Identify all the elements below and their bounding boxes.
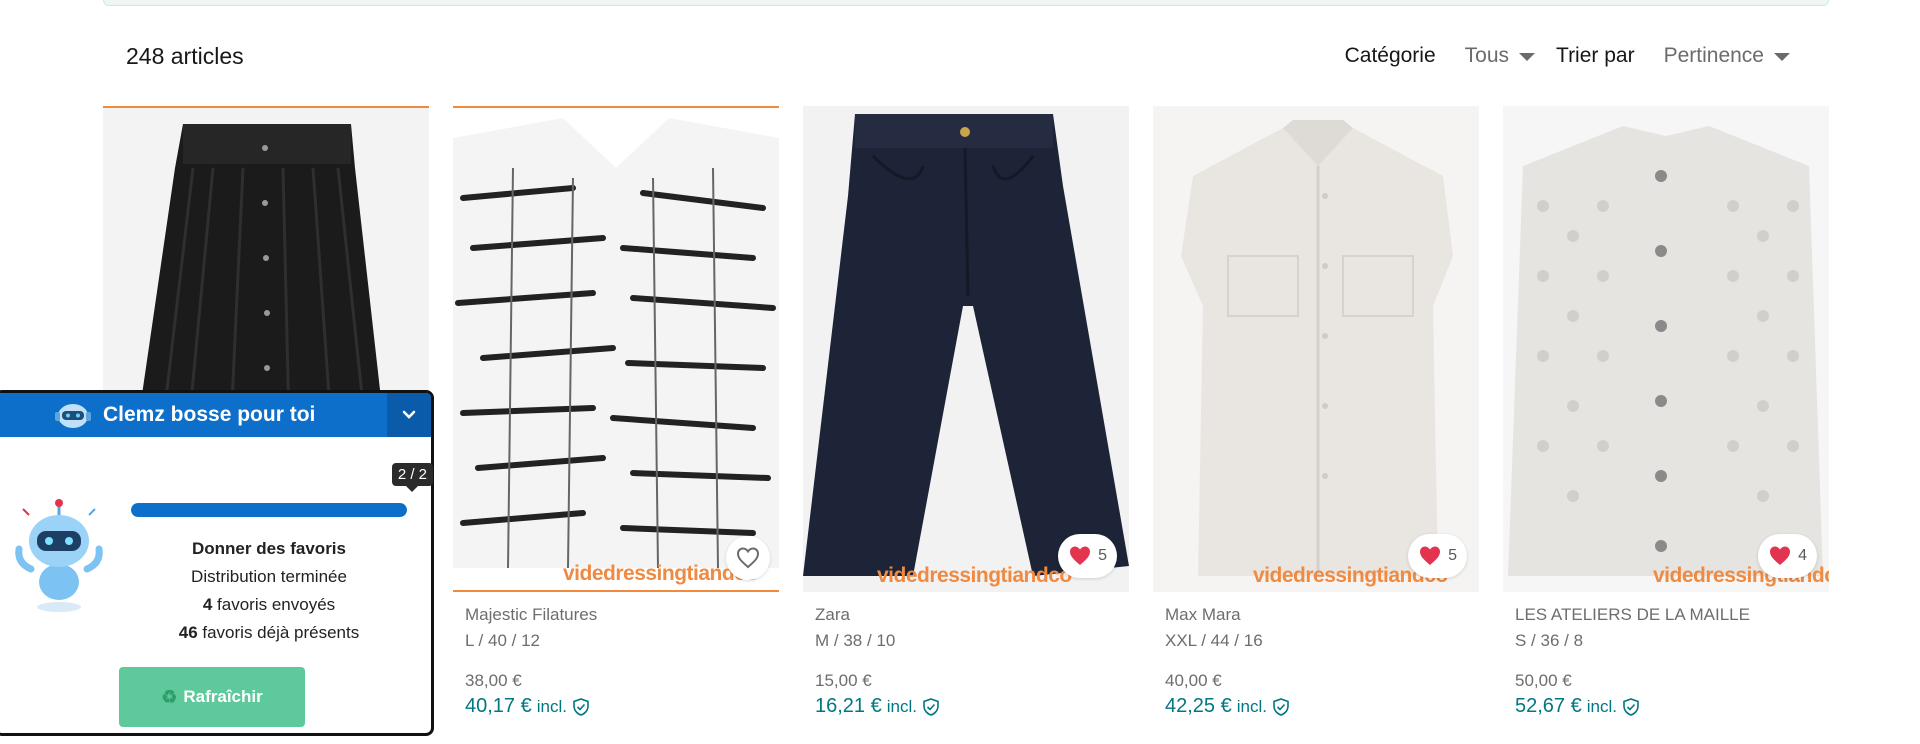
widget-header[interactable]: Clemz bosse pour toi [0,393,431,437]
product-brand: Zara [815,605,850,624]
caret-down-icon [1774,53,1790,61]
shield-check-icon [1623,697,1639,716]
product-size: M / 38 / 10 [815,631,896,650]
product-price-incl[interactable]: 16,21 € incl. [815,695,1129,718]
product-price: 50,00 € [1515,671,1572,690]
watermark: videdressingtiandco [877,564,1072,587]
product-brand: LES ATELIERS DE LA MAILLE [1515,605,1750,624]
sent-count: 4 [202,595,213,614]
product-price: 40,00 € [1165,671,1222,690]
product-price: 15,00 € [815,671,872,690]
price-incl-value: 52,67 € [1515,695,1582,717]
existing-count: 46 [178,623,198,642]
heart-filled-icon [1070,546,1091,565]
product-card[interactable]: videdressingtiandco 4 LES ATELIERS DE LA… [1503,106,1829,718]
shield-check-icon [1273,697,1289,716]
product-card[interactable]: videdressingtiandco Majestic Filatures L… [453,106,779,718]
task-title: Donner des favoris [192,539,346,558]
favorite-count: 5 [1448,547,1457,564]
sort-select[interactable]: Pertinence [1664,44,1790,68]
price-incl-value: 16,21 € [815,695,882,717]
favorite-count: 4 [1798,547,1807,564]
results-bar: 248 articles Catégorie Tous Trier par Pe… [126,38,1790,74]
favorite-button[interactable]: 5 [1408,534,1467,578]
heart-outline-icon [736,547,760,569]
incl-label: incl. [1236,696,1267,716]
product-price-incl[interactable]: 42,25 € incl. [1165,695,1479,718]
product-image[interactable]: videdressingtiandco 5 [1153,106,1479,592]
top-banner [103,0,1829,6]
product-size: L / 40 / 12 [465,631,540,650]
refresh-button[interactable]: ♻ Rafraîchir [119,667,305,727]
recycle-icon: ♻ [161,686,178,707]
price-incl-value: 42,25 € [1165,695,1232,717]
widget-title: Clemz bosse pour toi [103,403,316,426]
favorite-button[interactable]: 5 [1058,534,1117,578]
results-count: 248 articles [126,42,244,69]
product-price-incl[interactable]: 52,67 € incl. [1515,695,1829,718]
step-indicator: 2 / 2 [391,463,433,492]
caret-down-icon [1519,53,1536,61]
product-image[interactable]: videdressingtiandco 4 [1503,106,1829,592]
sort-label: Trier par [1556,44,1635,67]
sent-line: 4 favoris envoyés [131,591,407,619]
category-label: Catégorie [1344,44,1436,67]
existing-label: favoris déjà présents [197,623,360,642]
existing-line: 46 favoris déjà présents [131,619,407,647]
task-status: Distribution terminée [191,567,347,586]
product-card[interactable]: videdressingtiandco 5 Zara M / 38 / 10 1… [803,106,1129,718]
category-value: Tous [1464,44,1510,67]
sort-value: Pertinence [1663,44,1764,67]
favorite-button[interactable] [726,536,770,580]
product-card[interactable]: videdressingtiandco 5 Max Mara XXL / 44 … [1153,106,1479,718]
shield-check-icon [923,697,939,716]
progress-bar [131,503,407,517]
product-image[interactable]: videdressingtiandco 5 [803,106,1129,592]
robot-icon [15,499,103,612]
price-incl-value: 40,17 € [465,695,532,717]
progress-fill [131,503,407,517]
heart-filled-icon [1420,546,1441,565]
product-brand: Max Mara [1165,605,1241,624]
product-size: S / 36 / 8 [1515,631,1584,650]
product-brand: Majestic Filatures [465,605,598,624]
product-price: 38,00 € [465,671,522,690]
product-image[interactable]: videdressingtiandco [453,106,779,592]
shield-check-icon [573,697,589,716]
robot-icon [55,404,91,428]
product-size: XXL / 44 / 16 [1165,631,1263,650]
product-price-incl[interactable]: 40,17 € incl. [465,695,779,718]
incl-label: incl. [1586,696,1617,716]
collapse-toggle[interactable] [387,393,431,437]
chevron-down-icon [402,410,416,419]
favorite-button[interactable]: 4 [1758,534,1817,578]
sent-label: favoris envoyés [212,595,336,614]
filter-controls: Catégorie Tous Trier par Pertinence [1345,44,1790,68]
category-select[interactable]: Tous [1464,44,1536,68]
clemz-widget: Clemz bosse pour toi 2 / 2 Donner des fa… [0,390,434,736]
incl-label: incl. [536,696,567,716]
refresh-label: Rafraîchir [183,687,263,706]
heart-filled-icon [1770,546,1791,565]
incl-label: incl. [886,696,917,716]
favorite-count: 5 [1098,547,1107,564]
widget-status: Donner des favoris Distribution terminée… [131,535,407,647]
